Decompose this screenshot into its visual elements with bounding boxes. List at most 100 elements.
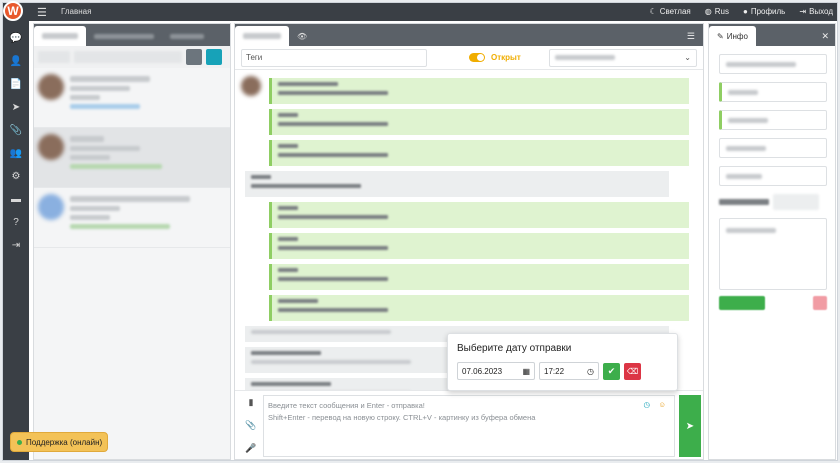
top-navbar: ☰ Главная ☾ Светлая ◍ Rus ● Профиль ⇥ Выход xyxy=(3,3,837,21)
info-field[interactable] xyxy=(719,54,827,74)
chat-list-tabs xyxy=(34,24,230,46)
moon-icon: ☾ xyxy=(649,7,657,16)
avatar xyxy=(38,194,64,220)
notes-textarea[interactable] xyxy=(719,218,827,290)
profile-link[interactable]: ● Профиль xyxy=(743,7,785,16)
info-field[interactable] xyxy=(719,82,827,102)
status-toggle[interactable] xyxy=(469,53,485,62)
support-button[interactable]: Поддержка (онлайн) xyxy=(10,432,108,452)
avatar xyxy=(38,74,64,100)
message-outgoing xyxy=(269,295,689,321)
user-icon: ● xyxy=(742,7,748,16)
paperclip-icon[interactable]: 📎 xyxy=(3,119,29,142)
app-window: ☰ Главная ☾ Светлая ◍ Rus ● Профиль ⇥ Выход … xyxy=(2,2,838,461)
delete-button[interactable] xyxy=(813,296,827,310)
logout-label: Выход xyxy=(809,7,833,16)
time-value: 17:22 xyxy=(544,366,565,376)
composer-actions: ▮ 📎 🎤 xyxy=(241,391,261,460)
document-icon[interactable]: 📄 xyxy=(3,73,29,96)
top-right-menu: ☾ Светлая ◍ Rus ● Профиль ⇥ Выход xyxy=(650,7,833,16)
tags-input[interactable]: Теги xyxy=(241,48,427,67)
chat-header-controls: Теги Открыт ⌄ xyxy=(235,46,703,70)
tab-current-chat[interactable] xyxy=(235,26,289,46)
date-value: 07.06.2023 xyxy=(462,366,503,376)
theme-toggle[interactable]: ☾ Светлая xyxy=(650,7,691,16)
users-icon[interactable]: 👥 xyxy=(3,142,29,165)
save-button[interactable] xyxy=(719,296,765,310)
info-field[interactable] xyxy=(719,138,827,158)
paperclip-icon[interactable]: 📎 xyxy=(245,420,256,431)
message-incoming xyxy=(245,171,669,197)
info-field[interactable] xyxy=(719,166,827,186)
online-indicator xyxy=(17,439,22,445)
microphone-icon[interactable]: 🎤 xyxy=(245,443,256,454)
info-field[interactable] xyxy=(719,110,827,130)
check-icon: ✔ xyxy=(607,365,616,376)
chat-menu-icon[interactable]: ☰ xyxy=(679,26,703,46)
list-item[interactable] xyxy=(34,68,230,128)
schedule-title: Выберите дату отправки xyxy=(457,343,572,354)
tab-info[interactable]: ✎ Инфо xyxy=(709,26,756,46)
eye-icon[interactable]: 👁 xyxy=(289,26,315,46)
send-icon: ➤ xyxy=(685,420,695,432)
support-label: Поддержка (онлайн) xyxy=(26,437,103,447)
chat-tabs: 👁 ☰ xyxy=(235,24,703,46)
logout-icon: ⇥ xyxy=(799,7,807,16)
backspace-icon: ⌫ xyxy=(626,366,639,376)
message-composer: ▮ 📎 🎤 Введите текст сообщения и Enter - … xyxy=(235,390,703,459)
emoji-icon[interactable]: ☺ xyxy=(658,399,666,411)
exit-icon[interactable]: ⇥ xyxy=(3,234,29,257)
language-label: Rus xyxy=(714,7,729,16)
date-input[interactable]: 07.06.2023 ▦ xyxy=(457,362,535,380)
gear-icon[interactable]: ⚙ xyxy=(3,165,29,188)
list-item[interactable] xyxy=(34,188,230,248)
menu-icon[interactable]: ☰ xyxy=(37,6,47,19)
globe-icon: ◍ xyxy=(704,7,712,16)
confirm-button[interactable]: ✔ xyxy=(603,362,620,380)
app-logo[interactable]: W xyxy=(3,1,23,21)
status-label: Открыт xyxy=(491,53,521,62)
message-outgoing xyxy=(269,140,689,166)
time-input[interactable]: 17:22 ◷ xyxy=(539,362,599,380)
schedule-popup: Выберите дату отправки 07.06.2023 ▦ 17:22… xyxy=(447,333,678,391)
clock-icon: ◷ xyxy=(587,366,594,376)
operator-select[interactable]: ⌄ xyxy=(549,48,697,67)
schedule-controls: 07.06.2023 ▦ 17:22 ◷ ✔ ⌫ xyxy=(457,362,668,380)
language-switch[interactable]: ◍ Rus xyxy=(705,7,729,16)
book-icon[interactable]: ▮ xyxy=(249,397,254,408)
tab-chats[interactable] xyxy=(34,26,86,46)
profile-label: Профиль xyxy=(750,7,786,16)
chat-list-panel xyxy=(33,23,231,460)
message-outgoing xyxy=(269,233,689,259)
info-tab-label: Инфо xyxy=(726,31,748,41)
logout-link[interactable]: ⇥ Выход xyxy=(799,7,833,16)
list-item[interactable] xyxy=(34,128,230,188)
user-icon[interactable]: 👤 xyxy=(3,50,29,73)
refresh-button[interactable] xyxy=(206,49,222,65)
calendar-icon: ▦ xyxy=(522,366,530,376)
tags-placeholder: Теги xyxy=(246,53,263,62)
help-icon[interactable]: ? xyxy=(3,211,29,234)
filter-button[interactable] xyxy=(186,49,202,65)
chats-icon[interactable]: 💬 xyxy=(3,27,29,50)
chevron-down-icon: ⌄ xyxy=(684,53,691,62)
sidebar: 💬 👤 📄 ➤ 📎 👥 ⚙ ▬ ? ⇥ xyxy=(3,21,29,460)
edit-icon: ✎ xyxy=(717,31,724,41)
send-icon[interactable]: ➤ xyxy=(3,96,29,119)
info-tabs: ✎ Инфо ✕ xyxy=(709,24,835,46)
send-button[interactable]: ➤ xyxy=(679,395,701,457)
close-icon[interactable]: ✕ xyxy=(815,26,835,46)
composer-hint-2: Shift+Enter - перевод на новую строку. C… xyxy=(268,413,536,422)
card-icon[interactable]: ▬ xyxy=(3,188,29,211)
cancel-button[interactable]: ⌫ xyxy=(624,362,641,380)
clock-icon[interactable]: ◷ xyxy=(643,399,650,411)
composer-hint-1: Введите текст сообщения и Enter - отправ… xyxy=(268,401,425,410)
tab-secondary[interactable] xyxy=(86,26,162,46)
home-link[interactable]: Главная xyxy=(61,7,91,16)
message-input[interactable]: Введите текст сообщения и Enter - отправ… xyxy=(263,395,675,457)
chat-panel: 👁 ☰ Теги Открыт ⌄ ▮ 📎 🎤 Введите текст со… xyxy=(234,23,704,460)
tab-tertiary[interactable] xyxy=(162,26,212,46)
avatar xyxy=(241,76,261,96)
theme-label: Светлая xyxy=(659,7,691,16)
avatar xyxy=(38,134,64,160)
